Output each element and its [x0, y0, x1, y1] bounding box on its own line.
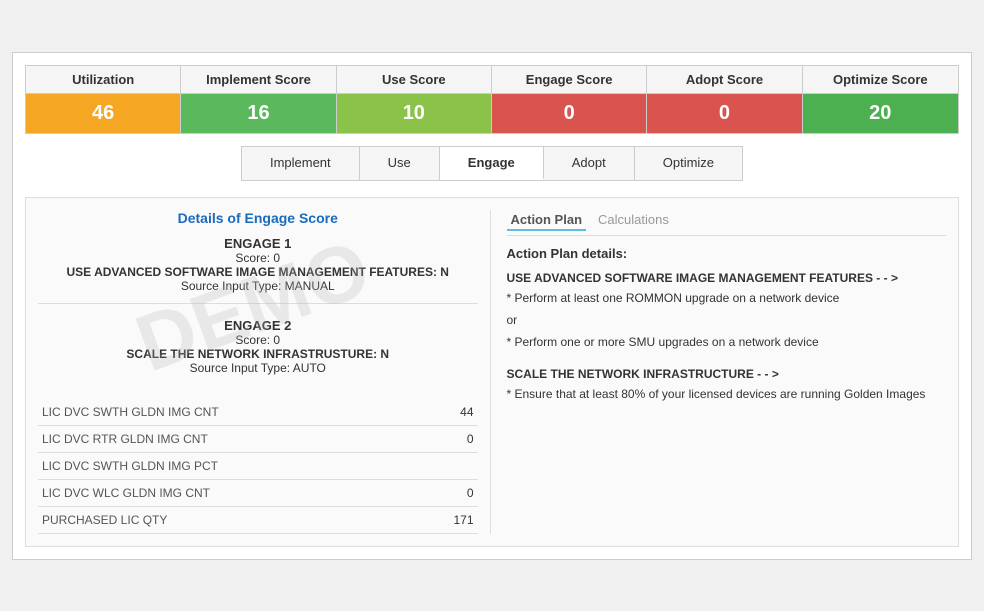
table-row: LIC DVC WLC GLDN IMG CNT 0: [38, 479, 478, 506]
right-panel: Action Plan Calculations Action Plan deta…: [503, 210, 947, 534]
score-value: 20: [803, 94, 958, 133]
main-container: DEMO Utilization 46 Implement Score 16 U…: [12, 52, 972, 560]
action-feature-detail: or: [507, 311, 947, 329]
engage-name: ENGAGE 2: [38, 318, 478, 333]
right-tab-item[interactable]: Action Plan: [507, 210, 587, 231]
row-label: LIC DVC SWTH GLDN IMG CNT: [38, 399, 420, 426]
content-area: Details of Engage Score ENGAGE 1 Score: …: [25, 197, 959, 547]
score-cell: Implement Score 16: [181, 66, 336, 133]
engage-feature: USE ADVANCED SOFTWARE IMAGE MANAGEMENT F…: [38, 265, 478, 279]
engage-block: ENGAGE 2 Score: 0 SCALE THE NETWORK INFR…: [38, 318, 478, 385]
action-feature-title: SCALE THE NETWORK INFRASTRUCTURE - - >: [507, 367, 947, 381]
row-label: PURCHASED LIC QTY: [38, 506, 420, 533]
engage-source: Source Input Type: MANUAL: [38, 279, 478, 293]
features-list: USE ADVANCED SOFTWARE IMAGE MANAGEMENT F…: [507, 271, 947, 403]
score-label: Utilization: [26, 66, 181, 94]
tab-item[interactable]: Implement: [242, 147, 360, 180]
action-feature-detail: * Ensure that at least 80% of your licen…: [507, 385, 947, 403]
score-cell: Engage Score 0: [492, 66, 647, 133]
engage-source: Source Input Type: AUTO: [38, 361, 478, 375]
table-row: LIC DVC RTR GLDN IMG CNT 0: [38, 425, 478, 452]
row-value: 171: [420, 506, 478, 533]
score-cell: Use Score 10: [337, 66, 492, 133]
action-plan-title: Action Plan details:: [507, 246, 947, 261]
score-value: 0: [492, 94, 647, 133]
action-feature-detail: * Perform at least one ROMMON upgrade on…: [507, 289, 947, 307]
score-cell: Optimize Score 20: [803, 66, 958, 133]
score-label: Adopt Score: [647, 66, 802, 94]
left-panel: Details of Engage Score ENGAGE 1 Score: …: [38, 210, 491, 534]
score-label: Implement Score: [181, 66, 336, 94]
right-tabs: Action Plan Calculations: [507, 210, 947, 236]
action-feature-detail: * Perform one or more SMU upgrades on a …: [507, 333, 947, 351]
row-value: 0: [420, 479, 478, 506]
action-feature-block: USE ADVANCED SOFTWARE IMAGE MANAGEMENT F…: [507, 271, 947, 351]
table-row: LIC DVC SWTH GLDN IMG PCT: [38, 452, 478, 479]
engage-score: Score: 0: [38, 333, 478, 347]
score-value: 0: [647, 94, 802, 133]
engage-score: Score: 0: [38, 251, 478, 265]
score-header: Utilization 46 Implement Score 16 Use Sc…: [25, 65, 959, 134]
row-value: 44: [420, 399, 478, 426]
tab-item[interactable]: Adopt: [544, 147, 635, 180]
data-table: LIC DVC SWTH GLDN IMG CNT 44 LIC DVC RTR…: [38, 399, 478, 534]
engage-name: ENGAGE 1: [38, 236, 478, 251]
row-label: LIC DVC WLC GLDN IMG CNT: [38, 479, 420, 506]
tab-item[interactable]: Use: [360, 147, 440, 180]
action-feature-title: USE ADVANCED SOFTWARE IMAGE MANAGEMENT F…: [507, 271, 947, 285]
score-value: 16: [181, 94, 336, 133]
tabs-row: ImplementUseEngageAdoptOptimize: [241, 146, 743, 181]
score-value: 10: [337, 94, 492, 133]
score-label: Use Score: [337, 66, 492, 94]
score-label: Engage Score: [492, 66, 647, 94]
score-label: Optimize Score: [803, 66, 958, 94]
score-cell: Adopt Score 0: [647, 66, 802, 133]
engage-block: ENGAGE 1 Score: 0 USE ADVANCED SOFTWARE …: [38, 236, 478, 304]
right-tab-item[interactable]: Calculations: [594, 210, 673, 231]
action-feature-block: SCALE THE NETWORK INFRASTRUCTURE - - > *…: [507, 367, 947, 403]
row-value: 0: [420, 425, 478, 452]
row-label: LIC DVC SWTH GLDN IMG PCT: [38, 452, 420, 479]
score-cell: Utilization 46: [26, 66, 181, 133]
row-value: [420, 452, 478, 479]
row-label: LIC DVC RTR GLDN IMG CNT: [38, 425, 420, 452]
score-value: 46: [26, 94, 181, 133]
engage-blocks: ENGAGE 1 Score: 0 USE ADVANCED SOFTWARE …: [38, 236, 478, 385]
table-row: LIC DVC SWTH GLDN IMG CNT 44: [38, 399, 478, 426]
details-title: Details of Engage Score: [38, 210, 478, 226]
engage-feature: SCALE THE NETWORK INFRASTRUSTURE: N: [38, 347, 478, 361]
tab-item[interactable]: Engage: [440, 147, 544, 180]
tab-item[interactable]: Optimize: [635, 147, 742, 180]
table-row: PURCHASED LIC QTY 171: [38, 506, 478, 533]
